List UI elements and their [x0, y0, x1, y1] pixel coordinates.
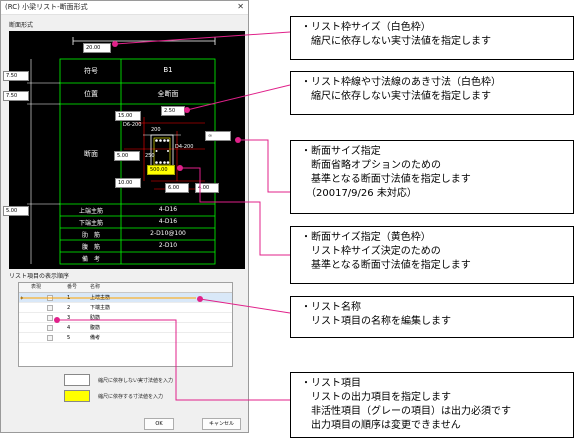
callout-line: ・リスト枠線や寸法線のあき寸法（白色枠）	[301, 77, 501, 88]
callout-line: ・リスト枠サイズ（白色枠）	[301, 22, 431, 33]
callout-frame-size: ・リスト枠サイズ（白色枠） 縮尺に依存しない実寸法値を指定します	[290, 16, 574, 60]
callout-line: リスト枠サイズ決定のための	[301, 246, 441, 257]
callout-line: 縮尺に依存しない実寸法値を指定します	[301, 91, 491, 102]
callout-line: ・リスト項目	[301, 378, 361, 389]
callout-line: リストの出力項目を指定します	[301, 392, 451, 403]
callout-line: ・断面サイズ指定（黄色枠）	[301, 232, 431, 243]
callout-line: リスト項目の名称を編集します	[301, 316, 451, 327]
callout-line: 断面省略オプションのための	[301, 160, 441, 171]
callout-line: （20017/9/26 未対応）	[301, 188, 417, 199]
callout-list-items: ・リスト項目 リストの出力項目を指定します 非活性項目（グレーの項目）は出力必須…	[290, 372, 574, 438]
callout-line: ・リスト名称	[301, 302, 361, 313]
callout-line: ・断面サイズ指定	[301, 146, 381, 157]
callout-section-size: ・断面サイズ指定 断面省略オプションのための 基準となる断面寸法値を指定します …	[290, 140, 574, 214]
callout-line: 非活性項目（グレーの項目）は出力必須です	[301, 406, 511, 417]
callout-list-name: ・リスト名称 リスト項目の名称を編集します	[290, 296, 574, 338]
callout-line: 基準となる断面寸法値を指定します	[301, 260, 471, 271]
callout-line: 基準となる断面寸法値を指定します	[301, 174, 471, 185]
callout-line: 縮尺に依存しない実寸法値を指定します	[301, 36, 491, 47]
callout-frame-gap: ・リスト枠線や寸法線のあき寸法（白色枠） 縮尺に依存しない実寸法値を指定します	[290, 71, 574, 115]
callout-line: 出力項目の順序は変更できません	[301, 420, 461, 431]
callout-section-size-yellow: ・断面サイズ指定（黄色枠） リスト枠サイズ決定のための 基準となる断面寸法値を指…	[290, 226, 574, 284]
